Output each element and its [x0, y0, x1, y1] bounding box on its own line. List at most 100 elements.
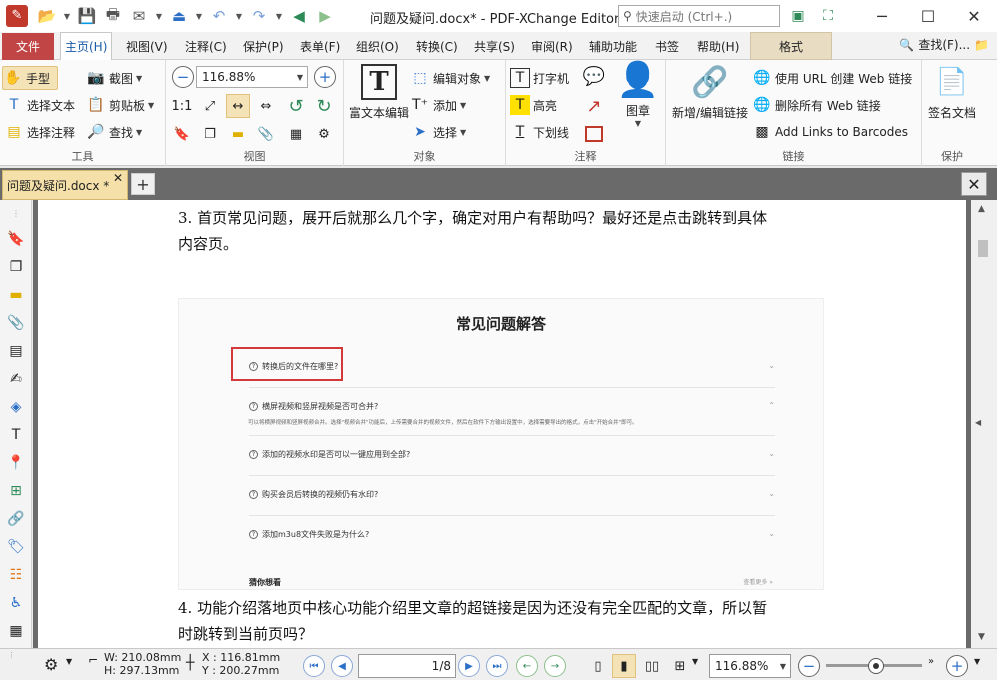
- add-object-button[interactable]: T⁺ 添加 ▼: [410, 95, 466, 115]
- clipboard-button[interactable]: 📋 剪贴板 ▼: [86, 95, 154, 115]
- menu-tab-forms[interactable]: 表单(F): [296, 32, 344, 60]
- forward-icon[interactable]: ▶: [314, 5, 336, 27]
- prev-page-button[interactable]: ◀: [331, 655, 353, 677]
- document-viewport[interactable]: 3. 首页常见问题，展开后就那么几个字，确定对用户有帮助吗？最好还是点击跳转到具…: [33, 200, 971, 648]
- stamp-button[interactable]: 👤 图章 ▼: [610, 60, 666, 128]
- email-dropdown-icon[interactable]: ▼: [154, 5, 164, 27]
- new-tab-button[interactable]: +: [131, 173, 155, 195]
- scroll-up-icon[interactable]: ▲: [978, 204, 985, 214]
- menu-tab-help[interactable]: 帮助(H): [693, 32, 743, 60]
- minimize-button[interactable]: ─: [859, 0, 905, 32]
- menu-tab-protect[interactable]: 保护(P): [239, 32, 288, 60]
- ui-options-icon[interactable]: ▣: [786, 5, 810, 27]
- rotate-left-icon[interactable]: ↺: [284, 94, 308, 118]
- select-text-button[interactable]: T 选择文本: [4, 95, 75, 115]
- print-icon[interactable]: 🖶: [102, 5, 124, 27]
- close-document-button[interactable]: ✕: [961, 172, 987, 196]
- actual-size-icon[interactable]: 1:1: [170, 94, 194, 118]
- two-page-continuous-icon[interactable]: ⊞: [668, 654, 692, 678]
- properties-panel-icon[interactable]: ▤: [5, 340, 27, 362]
- select-object-button[interactable]: ➤ 选择 ▼: [410, 122, 466, 142]
- accessibility-panel-icon[interactable]: ♿: [5, 592, 27, 614]
- pages-icon[interactable]: ❐: [198, 122, 222, 146]
- attachments-panel-icon[interactable]: 📎: [5, 312, 27, 334]
- menu-tab-organize[interactable]: 组织(O): [352, 32, 403, 60]
- rectangle-icon[interactable]: [582, 122, 606, 146]
- bookmark-icon[interactable]: 🔖: [170, 122, 194, 146]
- menu-tab-share[interactable]: 共享(S): [470, 32, 519, 60]
- email-icon[interactable]: ✉: [128, 5, 150, 27]
- arrow-line-icon[interactable]: ↗: [582, 94, 606, 118]
- next-page-button[interactable]: ▶: [458, 655, 480, 677]
- last-page-button[interactable]: ⏭: [486, 655, 508, 677]
- zoom-out-button[interactable]: −: [172, 66, 194, 88]
- redo-dropdown-icon[interactable]: ▼: [274, 5, 284, 27]
- scroll-down-icon[interactable]: ▼: [978, 632, 985, 642]
- zoom-select[interactable]: 116.88% ▼: [196, 66, 308, 88]
- snapshot-button[interactable]: 📷 截图 ▼: [86, 68, 142, 88]
- rotate-right-icon[interactable]: ↻: [312, 94, 336, 118]
- open-folder-icon[interactable]: 📂: [36, 5, 58, 27]
- find-tool-button[interactable]: 🔎 查找 ▼: [86, 122, 142, 142]
- hand-tool-button[interactable]: ✋ 手型: [2, 66, 58, 90]
- undo-dropdown-icon[interactable]: ▼: [234, 5, 244, 27]
- zoom-in-button[interactable]: +: [314, 66, 336, 88]
- quick-launch-input[interactable]: ⚲ 快速启动 (Ctrl+.): [618, 5, 780, 27]
- status-zoom-out-button[interactable]: −: [798, 655, 820, 677]
- order-panel-icon[interactable]: ☷: [5, 564, 27, 586]
- first-page-button[interactable]: ⏮: [303, 655, 325, 677]
- add-links-barcodes-button[interactable]: ▩ Add Links to Barcodes: [752, 122, 908, 142]
- vertical-scrollbar[interactable]: ▲ ◀ ▼: [971, 200, 997, 648]
- sign-document-button[interactable]: 📄 签名文档: [922, 64, 982, 121]
- menu-tab-bookmarks[interactable]: 书签: [651, 32, 683, 60]
- find-button[interactable]: 查找(F)...: [918, 36, 970, 53]
- delete-web-links-button[interactable]: 🌐 删除所有 Web 链接: [752, 95, 881, 115]
- comments-panel-icon[interactable]: ▬: [5, 284, 27, 306]
- layers-panel-icon[interactable]: ◈: [5, 396, 27, 418]
- scroll-thumb[interactable]: [978, 240, 988, 257]
- fit-page-icon[interactable]: ⤢: [198, 94, 222, 118]
- add-edit-link-button[interactable]: 🔗 新增/编辑链接: [668, 64, 752, 121]
- typewriter-button[interactable]: T 打字机: [510, 68, 569, 88]
- rich-text-edit-button[interactable]: T 富文本编辑: [346, 64, 412, 121]
- status-options-dropdown-icon[interactable]: ▼: [66, 657, 72, 666]
- menu-tab-convert[interactable]: 转换(C): [412, 32, 462, 60]
- single-page-icon[interactable]: ▯: [586, 654, 610, 678]
- scan-dropdown-icon[interactable]: ▼: [194, 5, 204, 27]
- select-comment-button[interactable]: ▤ 选择注释: [4, 122, 75, 142]
- maximize-button[interactable]: ☐: [905, 0, 951, 32]
- zoom-slider-knob[interactable]: [868, 658, 884, 674]
- page-number-input[interactable]: 1/8: [358, 654, 456, 678]
- two-page-icon[interactable]: ▯▯: [640, 654, 664, 678]
- highlight-button[interactable]: T 高亮: [510, 95, 557, 115]
- fit-visible-icon[interactable]: ⇔: [254, 94, 278, 118]
- properties-icon[interactable]: ▦: [284, 122, 308, 146]
- close-tab-icon[interactable]: ✕: [113, 171, 123, 185]
- open-dropdown-icon[interactable]: ▼: [62, 5, 72, 27]
- fit-width-icon[interactable]: ↔: [226, 94, 250, 118]
- fields-panel-icon[interactable]: ▦: [5, 620, 27, 642]
- zoom-slider-more-icon[interactable]: »: [928, 656, 934, 667]
- status-zoom-in-button[interactable]: +: [946, 655, 968, 677]
- menu-tab-comment[interactable]: 注释(C): [181, 32, 231, 60]
- menu-file[interactable]: 文件: [2, 33, 54, 60]
- undo-icon[interactable]: ↶: [208, 5, 230, 27]
- document-tab[interactable]: 问题及疑问.docx * ✕: [2, 170, 128, 200]
- structure-panel-icon[interactable]: ⊞: [5, 480, 27, 502]
- tags-panel-icon[interactable]: 🏷: [5, 536, 27, 558]
- thumbnails-panel-icon[interactable]: ❐: [5, 256, 27, 278]
- destinations-panel-icon[interactable]: 📍: [5, 452, 27, 474]
- underline-button[interactable]: T 下划线: [510, 122, 569, 142]
- redo-icon[interactable]: ↷: [248, 5, 270, 27]
- menu-tab-review[interactable]: 审阅(R): [527, 32, 577, 60]
- sticky-note-icon[interactable]: 💬: [582, 64, 606, 88]
- edit-object-button[interactable]: ⬚ 编辑对象 ▼: [410, 68, 490, 88]
- layout-more-icon[interactable]: ▼: [692, 657, 698, 666]
- settings-icon[interactable]: ⚙: [312, 122, 336, 146]
- content-panel-icon[interactable]: T: [5, 424, 27, 446]
- back-icon[interactable]: ◀: [288, 5, 310, 27]
- menu-tab-view[interactable]: 视图(V): [122, 32, 172, 60]
- scan-icon[interactable]: ⏏: [168, 5, 190, 27]
- status-zoom-select[interactable]: 116.88% ▼: [709, 654, 791, 678]
- signatures-panel-icon[interactable]: ✍: [5, 368, 27, 390]
